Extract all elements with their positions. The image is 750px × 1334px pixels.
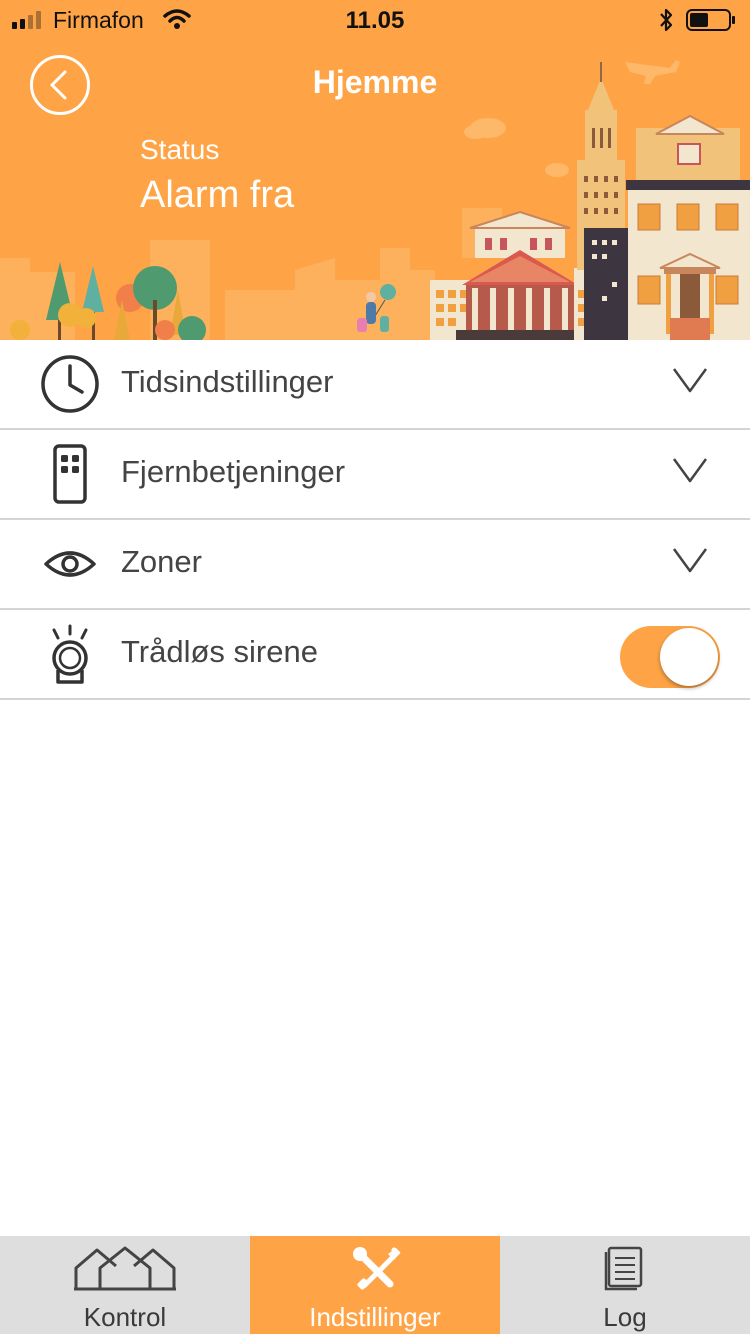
- tools-icon: [353, 1247, 401, 1290]
- settings-row-zoner[interactable]: Zoner: [0, 520, 750, 610]
- chevron-down-icon[interactable]: [672, 546, 708, 574]
- tab-indstillinger[interactable]: Indstillinger: [250, 1236, 500, 1334]
- settings-row-tradlos-sirene: Trådløs sirene: [0, 610, 750, 700]
- tab-bar: Kontrol Indstillinger Log: [0, 1236, 750, 1334]
- settings-row-label: Fjernbetjeninger: [121, 454, 346, 489]
- tab-label: Indstillinger: [309, 1302, 441, 1332]
- clock-time: 11.05: [345, 7, 405, 34]
- chevron-down-icon[interactable]: [672, 456, 708, 484]
- chevron-down-icon[interactable]: [672, 366, 708, 394]
- document-icon: [604, 1246, 643, 1291]
- remote-control-icon: [53, 444, 87, 504]
- settings-row-fjernbetjeninger[interactable]: Fjernbetjeninger: [0, 430, 750, 520]
- status-label: Status: [140, 134, 220, 165]
- settings-row-tidsindstillinger[interactable]: Tidsindstillinger: [0, 340, 750, 430]
- tab-label: Kontrol: [83, 1302, 167, 1332]
- siren-icon: [52, 624, 88, 684]
- tab-kontrol[interactable]: Kontrol: [0, 1236, 250, 1334]
- toggle-knob: [660, 628, 718, 686]
- wireless-siren-toggle[interactable]: [620, 626, 720, 688]
- tab-label: Log: [603, 1302, 647, 1332]
- battery-icon: [686, 9, 735, 31]
- clock-icon: [41, 355, 99, 413]
- settings-row-label: Trådløs sirene: [121, 634, 318, 669]
- houses-icon: [74, 1246, 176, 1291]
- settings-list: Tidsindstillinger Fjernbetjeninger Zoner: [0, 340, 750, 700]
- settings-row-label: Zoner: [121, 544, 202, 579]
- settings-row-label: Tidsindstillinger: [121, 364, 334, 399]
- bluetooth-icon: [660, 8, 673, 32]
- tab-log[interactable]: Log: [500, 1236, 750, 1334]
- page-title: Hjemme: [312, 64, 438, 100]
- status-bar: Firmafon 11.05: [0, 0, 750, 40]
- header: Firmafon 11.05 Hjemme Status Alarm fra: [0, 0, 750, 340]
- eye-icon: [44, 551, 96, 577]
- status-value: Alarm fra: [140, 174, 295, 216]
- city-illustration: [0, 60, 750, 340]
